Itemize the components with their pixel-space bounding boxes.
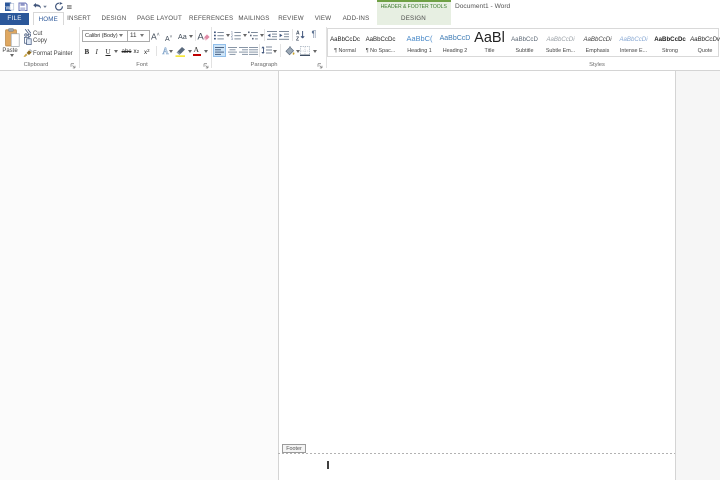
svg-text:w: w xyxy=(5,4,11,11)
svg-text:3: 3 xyxy=(231,37,233,40)
svg-text:A: A xyxy=(197,31,204,41)
svg-text:Z: Z xyxy=(296,36,299,40)
